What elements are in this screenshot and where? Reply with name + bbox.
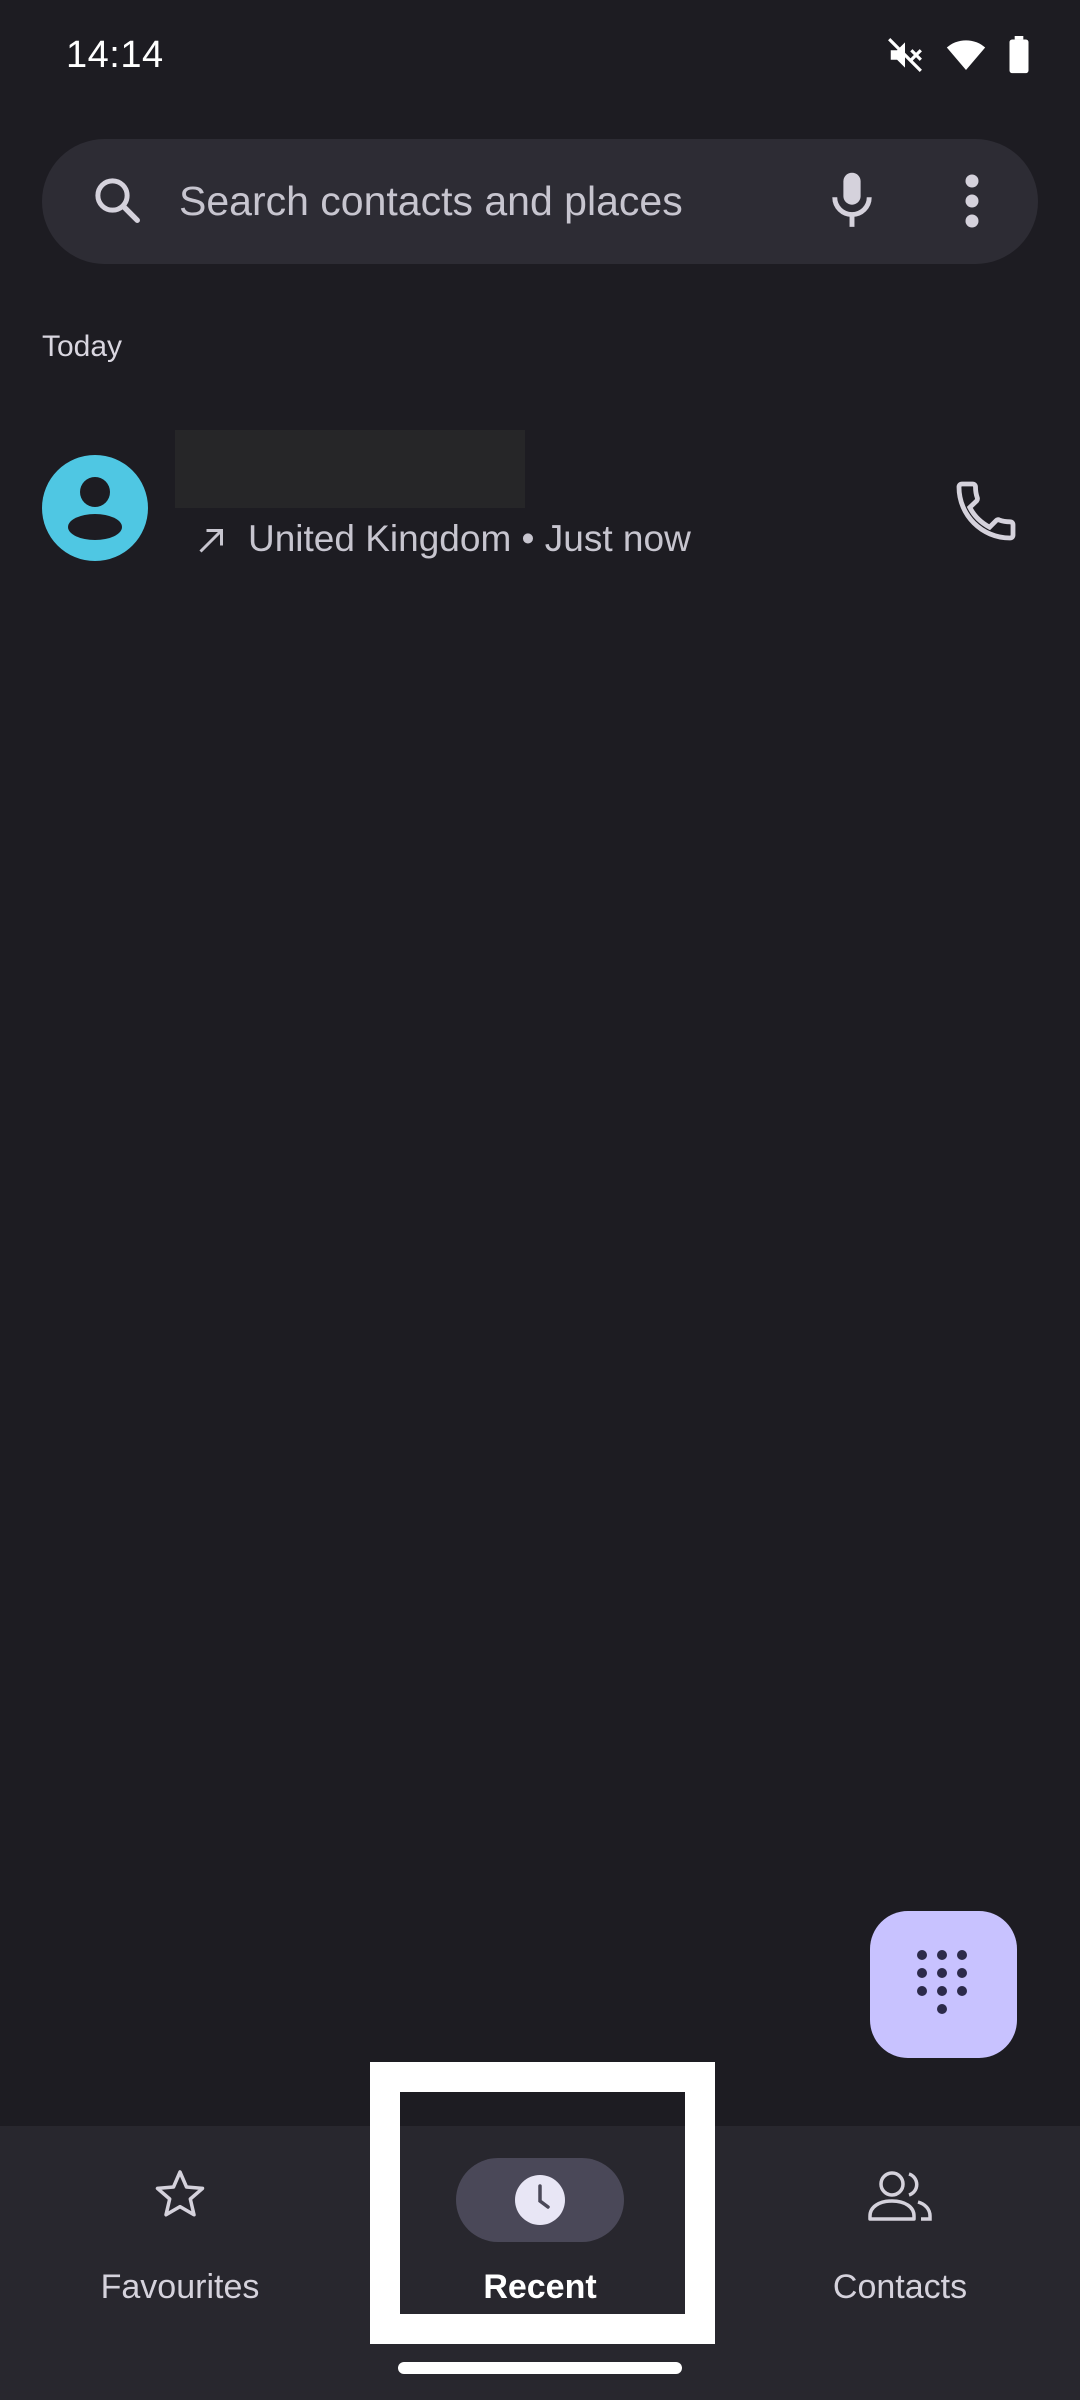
nav-item-contacts[interactable]: Contacts xyxy=(720,2126,1080,2400)
outgoing-call-arrow-icon xyxy=(193,523,229,564)
contact-avatar[interactable] xyxy=(42,455,148,561)
search-bar[interactable]: Search contacts and places xyxy=(42,139,1038,264)
section-header-today: Today xyxy=(42,330,123,363)
dialpad-icon xyxy=(917,1950,967,2014)
contact-name-redacted xyxy=(175,430,525,508)
phone-app-screen: 14:14 Search contacts and places Today U… xyxy=(0,0,1080,2400)
search-input[interactable]: Search contacts and places xyxy=(179,178,683,225)
phone-icon[interactable] xyxy=(950,475,1022,547)
star-icon xyxy=(130,2168,230,2224)
highlight-box xyxy=(370,2062,715,2344)
call-log-entry[interactable]: United Kingdom • Just now xyxy=(0,420,1080,595)
status-icons xyxy=(886,36,1030,74)
mic-icon[interactable] xyxy=(822,169,882,238)
status-time: 14:14 xyxy=(66,34,164,76)
call-subtitle: United Kingdom • Just now xyxy=(248,518,691,559)
people-icon xyxy=(850,2168,950,2224)
gesture-handle[interactable] xyxy=(398,2362,682,2374)
battery-icon xyxy=(1008,36,1030,74)
status-bar: 14:14 xyxy=(0,0,1080,118)
nav-item-favourites[interactable]: Favourites xyxy=(0,2126,360,2400)
search-icon xyxy=(90,173,144,232)
nav-label-contacts: Contacts xyxy=(832,2268,968,2306)
more-vert-icon[interactable] xyxy=(962,171,982,236)
wifi-icon xyxy=(946,37,986,73)
mute-icon xyxy=(886,36,924,74)
nav-label-favourites: Favourites xyxy=(100,2268,260,2306)
dialpad-button[interactable] xyxy=(870,1911,1017,2058)
